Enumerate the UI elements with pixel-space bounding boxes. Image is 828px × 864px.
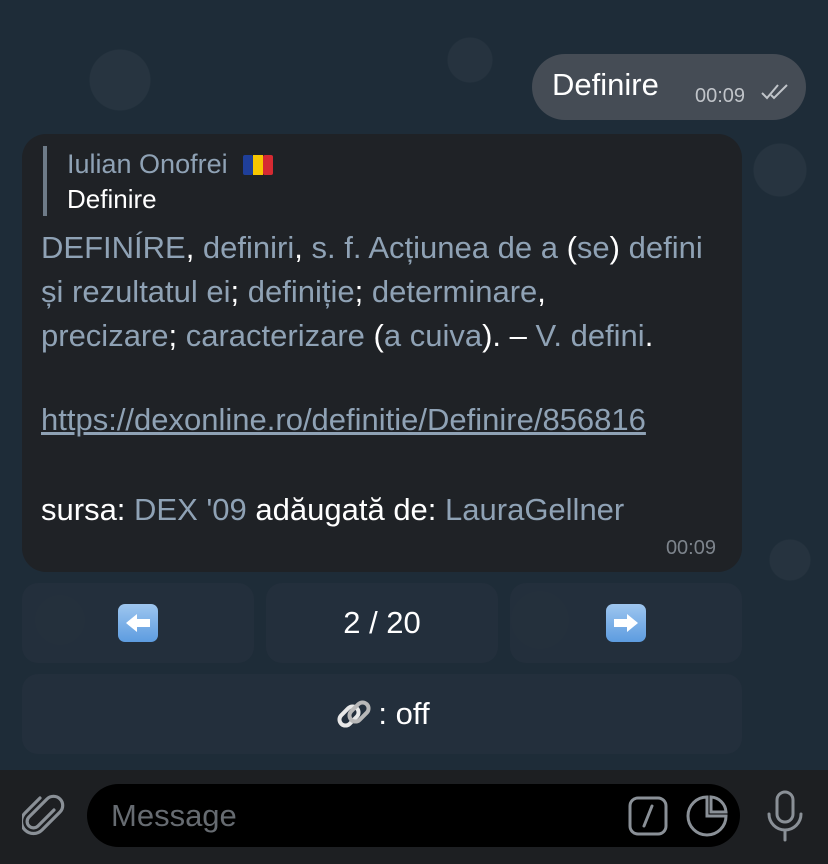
definition-link[interactable]: V.	[536, 318, 562, 353]
outgoing-message-bubble[interactable]: Definire 00:09	[532, 54, 806, 120]
sticker-icon[interactable]	[685, 794, 729, 838]
link-toggle-text: : off	[378, 696, 430, 731]
reply-quote[interactable]: Iulian Onofrei Definire	[43, 146, 274, 216]
definition-link[interactable]: a cuiva	[384, 318, 482, 353]
message-input-bar: Message	[0, 770, 828, 864]
definition-text: DEFINÍRE, definiri, s. f. Acțiunea de a …	[41, 230, 703, 353]
outgoing-message-text: Definire	[552, 67, 659, 102]
right-arrow-icon	[606, 604, 646, 642]
source-label: sursa:	[41, 492, 135, 527]
definition-link[interactable]: defini	[571, 318, 645, 353]
page-indicator-text: 2 / 20	[343, 605, 421, 640]
definition-link[interactable]: s.	[311, 230, 335, 265]
next-page-button[interactable]	[510, 583, 742, 663]
slash-command-icon[interactable]	[627, 796, 669, 836]
source-line: sursa: DEX '09 adăugată de: LauraGellner	[41, 488, 624, 532]
definition-link[interactable]: se	[577, 230, 610, 265]
link-toggle-button[interactable]: : off	[22, 674, 742, 754]
reply-author-name: Iulian Onofrei	[67, 149, 228, 179]
microphone-icon[interactable]	[764, 790, 806, 844]
added-by-link[interactable]: LauraGellner	[445, 492, 624, 527]
definition-link[interactable]: DEFINÍRE	[41, 230, 186, 265]
definition-link[interactable]: caracterizare	[186, 318, 365, 353]
definition-link[interactable]: Acțiunea de a	[368, 230, 558, 265]
read-checkmarks-icon	[761, 84, 788, 100]
incoming-message-time: 00:09	[665, 537, 716, 559]
message-placeholder: Message	[111, 798, 237, 833]
definition-link[interactable]: determinare	[372, 274, 537, 309]
definition-link[interactable]: f.	[344, 230, 361, 265]
link-icon	[337, 700, 371, 728]
left-arrow-icon	[118, 604, 158, 642]
outgoing-message-time: 00:09	[695, 85, 746, 107]
message-input[interactable]: Message	[87, 784, 740, 847]
dexonline-url-link[interactable]: https://dexonline.ro/definitie/Definire/…	[41, 398, 681, 441]
definition-link[interactable]: precizare	[41, 318, 169, 353]
page-indicator-button[interactable]: 2 / 20	[266, 583, 498, 663]
incoming-message-bubble[interactable]: Iulian Onofrei Definire DEFINÍRE, defini…	[22, 134, 742, 572]
added-by-label: adăugată de:	[246, 492, 446, 527]
definition-link[interactable]: definiție	[248, 274, 355, 309]
reply-quoted-text: Definire	[67, 184, 157, 214]
definition-link[interactable]: definiri	[203, 230, 294, 265]
prev-page-button[interactable]	[22, 583, 254, 663]
paperclip-icon[interactable]	[22, 792, 66, 840]
romania-flag-icon	[243, 155, 274, 175]
source-link[interactable]: DEX '09	[134, 492, 247, 527]
